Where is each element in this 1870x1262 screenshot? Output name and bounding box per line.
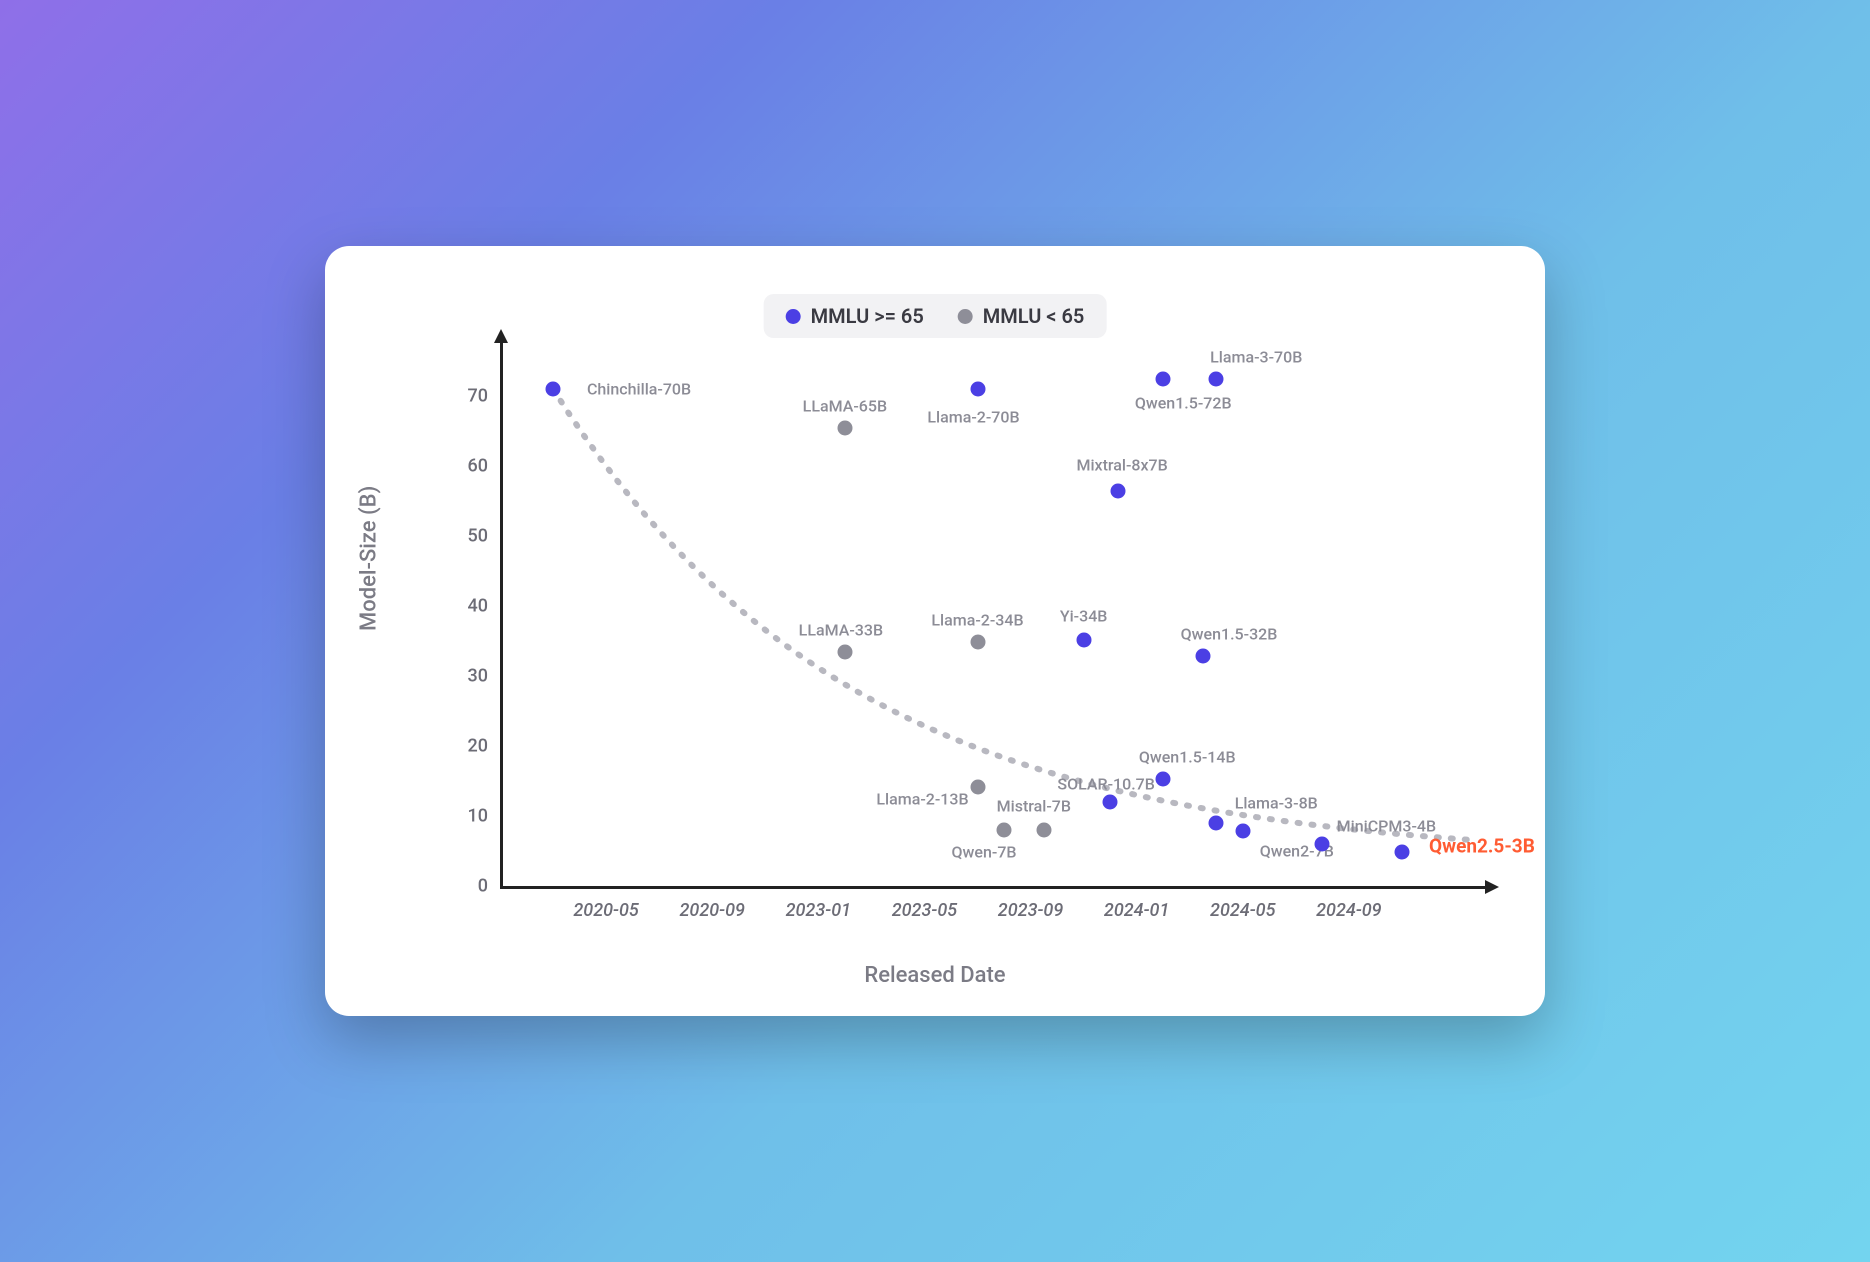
y-tick-label: 20 [468, 736, 488, 757]
legend-label-high: MMLU >= 65 [811, 304, 924, 328]
y-tick-label: 50 [468, 526, 488, 547]
data-point-label: Yi-34B [1060, 606, 1108, 625]
legend: MMLU >= 65 MMLU < 65 [764, 294, 1107, 338]
y-tick-label: 60 [468, 456, 488, 477]
data-point-label: LLaMA-65B [803, 396, 887, 415]
data-point [1076, 632, 1091, 647]
data-point [1103, 795, 1118, 810]
gradient-background: MMLU >= 65 MMLU < 65 Released Date Model… [0, 0, 1870, 1262]
x-tick-label: 2023-09 [998, 900, 1063, 921]
data-point-label: Chinchilla-70B [587, 380, 691, 399]
data-point-label: Qwen1.5-14B [1139, 747, 1236, 766]
data-point [1394, 845, 1409, 860]
data-point [1209, 371, 1224, 386]
data-point [1156, 371, 1171, 386]
data-point-label: Llama-2-13B [876, 789, 968, 808]
data-point [1235, 824, 1250, 839]
data-point [970, 635, 985, 650]
legend-dot-icon [786, 309, 801, 324]
data-point-label: Mixtral-8x7B [1076, 455, 1167, 474]
data-point-label: SOLAR-10.7B [1057, 775, 1154, 794]
y-tick-label: 30 [468, 666, 488, 687]
x-tick-label: 2020-05 [573, 900, 638, 921]
legend-label-low: MMLU < 65 [983, 304, 1085, 328]
data-point-label: Qwen1.5-32B [1181, 625, 1278, 644]
x-tick-label: 2023-01 [786, 900, 851, 921]
data-point [1209, 816, 1224, 831]
data-point-label: Llama-2-34B [931, 611, 1023, 630]
data-point [837, 644, 852, 659]
data-point-label: Qwen1.5-72B [1135, 393, 1232, 412]
y-tick-label: 40 [468, 596, 488, 617]
y-axis-line [500, 341, 503, 886]
x-axis-label: Released Date [864, 963, 1005, 988]
arrowhead-icon [1485, 880, 1499, 894]
data-point [1156, 771, 1171, 786]
chart-card: MMLU >= 65 MMLU < 65 Released Date Model… [325, 246, 1545, 1016]
x-tick-label: 2024-01 [1104, 900, 1169, 921]
x-tick-label: 2024-09 [1316, 900, 1381, 921]
data-point [1195, 649, 1210, 664]
y-tick-label: 70 [468, 386, 488, 407]
x-tick-label: 2023-05 [892, 900, 957, 921]
arrowhead-icon [494, 329, 508, 343]
legend-dot-icon [958, 309, 973, 324]
data-point-label: Qwen-7B [952, 843, 1017, 862]
x-tick-label: 2020-09 [679, 900, 744, 921]
data-point [837, 420, 852, 435]
data-point-label: MiniCPM3-4B [1337, 817, 1436, 836]
y-tick-label: 0 [478, 876, 488, 897]
data-point-label: Mistral-7B [997, 797, 1071, 816]
data-point-label: Llama-3-8B [1235, 794, 1318, 813]
data-point-label: Qwen2.5-3B [1429, 835, 1535, 858]
data-point [970, 382, 985, 397]
x-axis-line [500, 886, 1485, 889]
legend-item-high: MMLU >= 65 [786, 304, 924, 328]
legend-item-low: MMLU < 65 [958, 304, 1085, 328]
data-point [970, 779, 985, 794]
data-point [1036, 823, 1051, 838]
data-point-label: LLaMA-33B [799, 620, 883, 639]
data-point [997, 823, 1012, 838]
y-axis-label: Model-Size (B) [357, 486, 382, 631]
data-point-label: Llama-3-70B [1210, 347, 1302, 366]
y-tick-label: 10 [468, 806, 488, 827]
x-tick-label: 2024-05 [1210, 900, 1275, 921]
scatter-plot: MMLU >= 65 MMLU < 65 Released Date Model… [325, 246, 1545, 1016]
data-point [1111, 483, 1126, 498]
data-point [1315, 837, 1330, 852]
data-point [546, 382, 561, 397]
data-point-label: Llama-2-70B [927, 408, 1019, 427]
